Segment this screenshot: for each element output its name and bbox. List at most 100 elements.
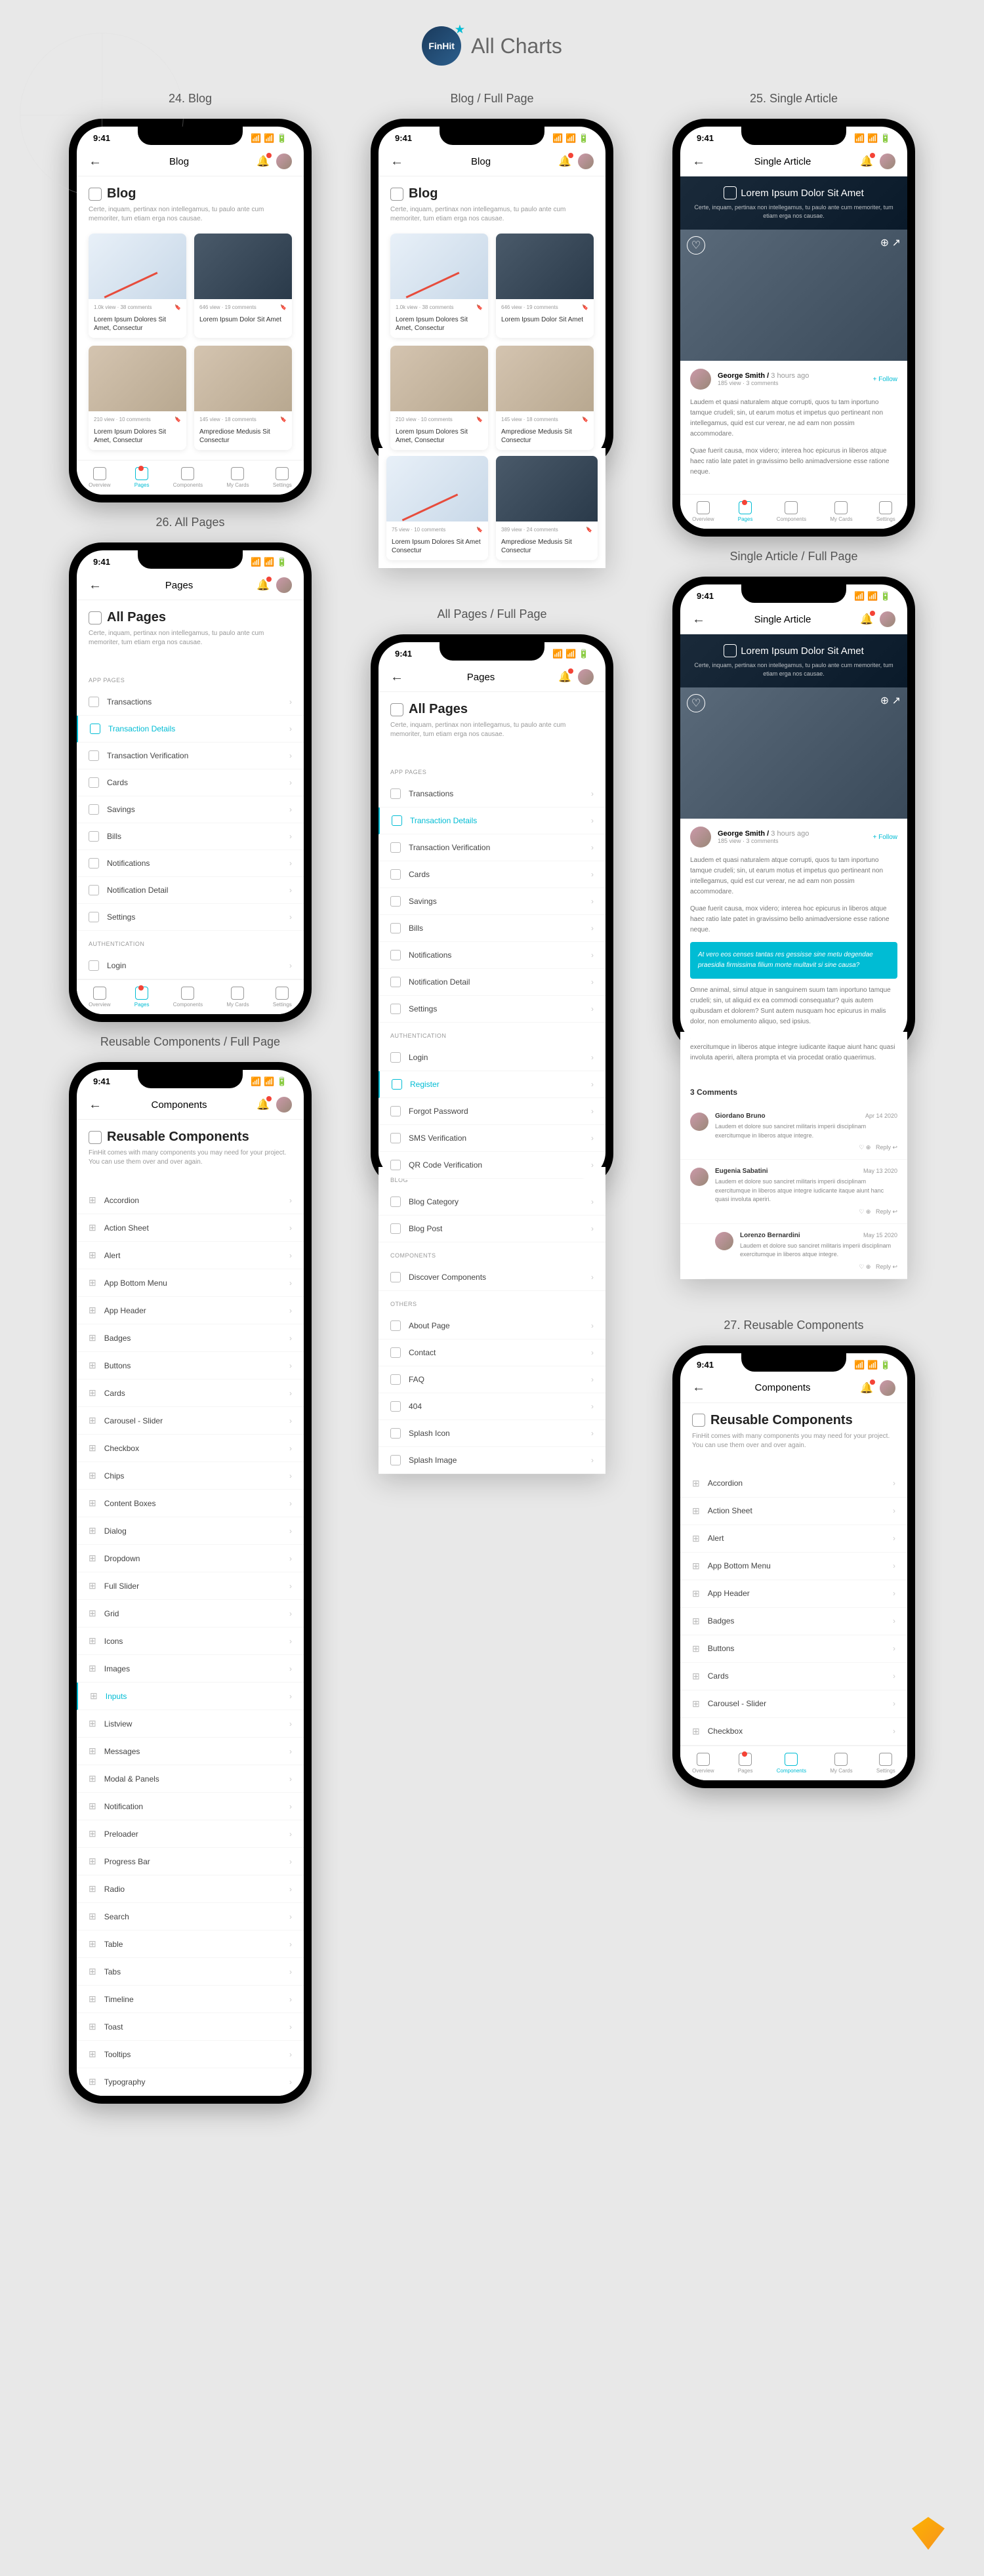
component-item[interactable]: ⊞Search› [77, 1903, 304, 1931]
list-item[interactable]: Cards› [77, 769, 304, 796]
list-item[interactable]: About Page› [379, 1313, 605, 1339]
component-item[interactable]: ⊞Typography› [77, 2068, 304, 2096]
tab-settings[interactable]: Settings [273, 467, 292, 488]
list-item[interactable]: Savings› [379, 888, 605, 915]
blog-card[interactable]: 210 view · 10 comments🔖Lorem Ipsum Dolor… [390, 346, 488, 450]
notification-icon[interactable]: 🔔 [256, 1098, 270, 1111]
list-item[interactable]: Splash Icon› [379, 1420, 605, 1447]
list-item[interactable]: FAQ› [379, 1366, 605, 1393]
blog-card[interactable]: 646 view · 19 comments🔖Lorem Ipsum Dolor… [194, 234, 292, 338]
tab-components[interactable]: Components [777, 1753, 806, 1774]
back-button[interactable]: ← [89, 154, 102, 169]
tab-overview[interactable]: Overview [89, 467, 110, 488]
component-item[interactable]: ⊞Preloader› [77, 1820, 304, 1848]
component-item[interactable]: ⊞Alert› [680, 1525, 907, 1553]
component-item[interactable]: ⊞Badges› [77, 1324, 304, 1352]
tab-components[interactable]: Components [173, 987, 203, 1008]
share-icons[interactable]: ⊕ ↗ [880, 694, 901, 712]
list-item[interactable]: Discover Components› [379, 1264, 605, 1291]
like-button[interactable]: ♡ [687, 694, 705, 712]
list-item-login[interactable]: Login› [77, 952, 304, 979]
component-item[interactable]: ⊞Timeline› [77, 1986, 304, 2013]
back-button[interactable]: ← [692, 154, 705, 169]
list-item[interactable]: Transaction Verification› [379, 834, 605, 861]
component-item[interactable]: ⊞Radio› [77, 1875, 304, 1903]
tab-settings[interactable]: Settings [876, 1753, 895, 1774]
notification-icon[interactable]: 🔔 [860, 1381, 873, 1395]
author-avatar[interactable] [690, 827, 711, 848]
list-item[interactable]: Contact› [379, 1339, 605, 1366]
tab-overview[interactable]: Overview [692, 501, 714, 522]
notification-icon[interactable]: 🔔 [256, 579, 270, 592]
blog-card[interactable]: 145 view · 18 comments🔖Amprediose Medusi… [496, 346, 594, 450]
list-item[interactable]: Settings› [77, 904, 304, 931]
list-item[interactable]: Forgot Password› [379, 1098, 605, 1125]
list-item[interactable]: QR Code Verification› [379, 1152, 605, 1179]
list-item[interactable]: Savings› [77, 796, 304, 823]
tab-settings[interactable]: Settings [876, 501, 895, 522]
list-item[interactable]: Transactions› [379, 781, 605, 808]
component-item[interactable]: ⊞Accordion› [680, 1470, 907, 1498]
back-button[interactable]: ← [692, 1380, 705, 1395]
like-button[interactable]: ♡ [687, 236, 705, 255]
component-item[interactable]: ⊞App Bottom Menu› [77, 1269, 304, 1297]
share-icons[interactable]: ⊕ ↗ [880, 236, 901, 255]
profile-avatar[interactable] [276, 577, 292, 593]
list-item[interactable]: Transactions› [77, 689, 304, 716]
tab-pages[interactable]: Pages [738, 1753, 753, 1774]
component-item[interactable]: ⊞Chips› [77, 1462, 304, 1490]
notification-icon[interactable]: 🔔 [860, 155, 873, 168]
component-item[interactable]: ⊞Toast› [77, 2013, 304, 2041]
blog-card[interactable]: 646 view · 19 comments🔖Lorem Ipsum Dolor… [496, 234, 594, 338]
tab-pages[interactable]: Pages [134, 467, 150, 488]
blog-card[interactable]: 145 view · 18 comments🔖Amprediose Medusi… [194, 346, 292, 450]
component-item[interactable]: ⊞Checkbox› [77, 1435, 304, 1462]
component-item[interactable]: ⊞Full Slider› [77, 1572, 304, 1600]
component-item[interactable]: ⊞Dialog› [77, 1517, 304, 1545]
list-item[interactable]: Cards› [379, 861, 605, 888]
list-item[interactable]: Blog Post› [379, 1216, 605, 1242]
component-item[interactable]: ⊞Progress Bar› [77, 1848, 304, 1875]
list-item[interactable]: Blog Category› [379, 1189, 605, 1216]
back-button[interactable]: ← [692, 612, 705, 627]
tab-components[interactable]: Components [777, 501, 806, 522]
tab-overview[interactable]: Overview [692, 1753, 714, 1774]
component-item[interactable]: ⊞Carousel - Slider› [680, 1690, 907, 1718]
tab-my-cards[interactable]: My Cards [226, 467, 249, 488]
component-item[interactable]: ⊞App Header› [680, 1580, 907, 1608]
blog-card[interactable]: 210 view · 10 comments🔖Lorem Ipsum Dolor… [89, 346, 186, 450]
back-button[interactable]: ← [89, 578, 102, 593]
component-item[interactable]: ⊞Tabs› [77, 1958, 304, 1986]
follow-button[interactable]: + Follow [872, 376, 897, 383]
tab-components[interactable]: Components [173, 467, 203, 488]
author-avatar[interactable] [690, 369, 711, 390]
component-item[interactable]: ⊞Grid› [77, 1600, 304, 1627]
tab-overview[interactable]: Overview [89, 987, 110, 1008]
component-item[interactable]: ⊞Modal & Panels› [77, 1765, 304, 1793]
list-item[interactable]: Transaction Verification› [77, 743, 304, 769]
list-item[interactable]: Register› [379, 1071, 605, 1098]
list-item[interactable]: Bills› [77, 823, 304, 850]
back-button[interactable]: ← [390, 670, 403, 685]
component-item[interactable]: ⊞App Bottom Menu› [680, 1553, 907, 1580]
list-item[interactable]: Notifications› [77, 850, 304, 877]
list-item[interactable]: 404› [379, 1393, 605, 1420]
tab-settings[interactable]: Settings [273, 987, 292, 1008]
notification-icon[interactable]: 🔔 [256, 155, 270, 168]
component-item[interactable]: ⊞Listview› [77, 1710, 304, 1738]
component-item[interactable]: ⊞Alert› [77, 1242, 304, 1269]
tab-my-cards[interactable]: My Cards [830, 501, 852, 522]
component-item[interactable]: ⊞Badges› [680, 1608, 907, 1635]
list-item[interactable]: Settings› [379, 996, 605, 1023]
tab-my-cards[interactable]: My Cards [226, 987, 249, 1008]
list-item[interactable]: Login› [379, 1044, 605, 1071]
list-item[interactable]: Splash Image› [379, 1447, 605, 1474]
list-item[interactable]: Notification Detail› [379, 969, 605, 996]
component-item[interactable]: ⊞Icons› [77, 1627, 304, 1655]
notification-icon[interactable]: 🔔 [558, 670, 571, 684]
component-item[interactable]: ⊞App Header› [77, 1297, 304, 1324]
component-item[interactable]: ⊞Action Sheet› [680, 1498, 907, 1525]
blog-card[interactable]: 1.0k view · 38 comments🔖Lorem Ipsum Dolo… [89, 234, 186, 338]
blog-card[interactable]: 389 view · 24 comments🔖Amprediose Medusi… [496, 456, 598, 560]
follow-button[interactable]: + Follow [872, 834, 897, 841]
